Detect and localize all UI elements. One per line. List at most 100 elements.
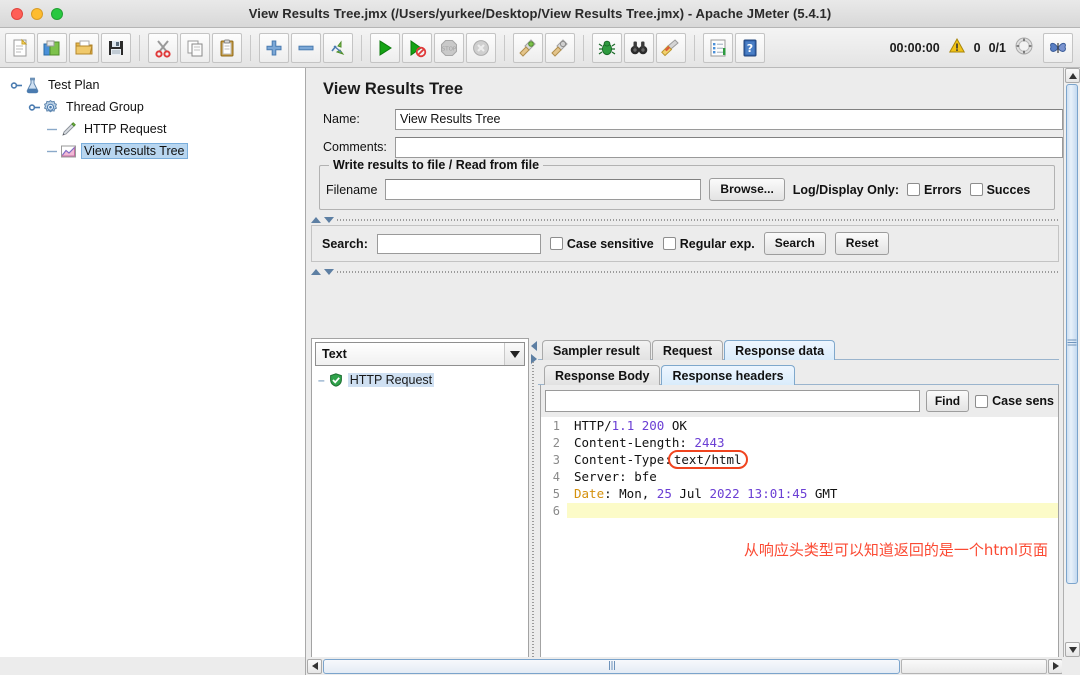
scroll-left-button[interactable] xyxy=(307,658,322,674)
broom-gear-icon[interactable] xyxy=(545,32,575,63)
collapse-up-arrow[interactable] xyxy=(311,269,321,275)
scrollbar-thumb[interactable] xyxy=(1066,84,1078,584)
scissors-icon[interactable] xyxy=(148,32,178,63)
divider-dots xyxy=(337,219,1059,221)
divider-dots xyxy=(532,362,534,675)
find-button[interactable]: Find xyxy=(925,390,970,412)
search-input[interactable] xyxy=(376,233,541,254)
tab-sampler-result[interactable]: Sampler result xyxy=(542,340,651,360)
scroll-right-button[interactable] xyxy=(1048,658,1063,674)
close-button[interactable] xyxy=(11,7,23,20)
checkbox-box[interactable] xyxy=(907,183,921,196)
name-input[interactable] xyxy=(395,108,1063,130)
checkbox-box[interactable] xyxy=(662,237,676,250)
name-label: Name: xyxy=(323,112,360,126)
scrollbar-thumb[interactable] xyxy=(323,658,900,674)
expanded-handle[interactable] xyxy=(10,79,23,92)
yellow-broom-icon[interactable] xyxy=(656,32,686,63)
checkbox-box[interactable] xyxy=(975,394,989,408)
tree-node-label: Test Plan xyxy=(48,78,100,92)
expanded-handle[interactable] xyxy=(28,101,41,114)
broom-icon[interactable] xyxy=(513,32,543,63)
thread-group-icon xyxy=(41,98,59,116)
stop-sign-icon[interactable]: STOP xyxy=(434,32,464,63)
case-sensitive-label: Case sens xyxy=(992,394,1054,408)
tab-request[interactable]: Request xyxy=(651,340,724,360)
toolbar-separator xyxy=(694,34,695,61)
vertical-split-divider[interactable] xyxy=(529,338,538,675)
zoom-button[interactable] xyxy=(51,7,63,20)
toolbar-group-run: STOP xyxy=(365,32,501,63)
new-file-icon[interactable] xyxy=(5,32,35,63)
chevron-down-icon[interactable] xyxy=(504,343,524,365)
leaf-handle xyxy=(46,145,59,158)
tree-node-http-request[interactable]: HTTP Request xyxy=(6,118,305,140)
scroll-up-button[interactable] xyxy=(1065,68,1080,83)
find-case-sensitive-checkbox[interactable]: Case sens xyxy=(975,394,1054,408)
warning-count: 0 xyxy=(973,40,981,55)
tree-node-thread-group[interactable]: Thread Group xyxy=(6,96,305,118)
main-vertical-scrollbar[interactable] xyxy=(1063,68,1080,657)
successes-checkbox[interactable]: Succes xyxy=(969,183,1030,197)
view-results-tree-icon xyxy=(59,142,77,160)
find-input[interactable] xyxy=(545,390,920,412)
templates-icon[interactable] xyxy=(37,32,67,63)
collapse-down-arrow[interactable] xyxy=(324,217,334,223)
tree-node-test-plan[interactable]: Test Plan xyxy=(6,74,305,96)
butterfly-icon[interactable] xyxy=(1043,32,1073,63)
open-folder-icon[interactable] xyxy=(69,32,99,63)
split-divider-lower[interactable] xyxy=(311,267,1059,277)
bug-icon[interactable] xyxy=(592,32,622,63)
search-case-sensitive-checkbox[interactable]: Case sensitive xyxy=(549,237,654,251)
browse-button[interactable]: Browse... xyxy=(709,178,785,201)
toolbar-separator xyxy=(504,34,505,61)
toolbar-status: 00:00:00 0 0/1 xyxy=(890,32,1080,63)
tree-node-view-results-tree[interactable]: View Results Tree xyxy=(6,140,305,162)
scroll-down-button[interactable] xyxy=(1065,642,1080,657)
checkbox-box[interactable] xyxy=(549,237,563,250)
reset-button[interactable]: Reset xyxy=(834,232,890,255)
comments-input[interactable] xyxy=(395,136,1063,158)
window-title: View Results Tree.jmx (/Users/yurkee/Des… xyxy=(248,6,832,21)
errors-checkbox[interactable]: Errors xyxy=(907,183,962,197)
play-green-icon[interactable] xyxy=(370,32,400,63)
search-button[interactable]: Search xyxy=(763,232,826,255)
checkbox-box[interactable] xyxy=(969,183,983,196)
help-book-icon[interactable]: ? xyxy=(735,32,765,63)
render-format-combo[interactable]: Text xyxy=(315,342,525,366)
tab-response-body[interactable]: Response Body xyxy=(544,365,661,385)
split-divider-upper[interactable] xyxy=(311,215,1059,225)
collapse-left-arrow[interactable] xyxy=(530,341,537,351)
result-detail-panel: Sampler result Request Response data Res… xyxy=(538,338,1059,675)
shutdown-icon[interactable] xyxy=(466,32,496,63)
toolbar-group-tree xyxy=(254,32,358,63)
log-list-icon[interactable] xyxy=(703,32,733,63)
play-no-timers-icon[interactable] xyxy=(402,32,432,63)
minus-icon[interactable] xyxy=(291,32,321,63)
response-headers-text[interactable]: 1 HTTP/1.1 200 OK 2 Content-Length: 2443… xyxy=(541,417,1058,675)
search-label: Search: xyxy=(322,236,368,251)
tab-response-headers[interactable]: Response headers xyxy=(661,365,795,385)
line-number: 1 xyxy=(552,418,560,433)
list-item[interactable]: – HTTP Request xyxy=(312,370,528,390)
main-horizontal-scrollbar[interactable] xyxy=(307,657,1063,675)
sampler-results-list[interactable]: – HTTP Request xyxy=(312,366,528,675)
save-disk-icon[interactable] xyxy=(101,32,131,63)
copy-icon[interactable] xyxy=(180,32,210,63)
scrollbar-track-remainder[interactable] xyxy=(901,658,1047,674)
test-plan-tree-panel[interactable]: Test Plan Thread Group HTTP Request View… xyxy=(0,68,306,675)
binoculars-icon[interactable] xyxy=(624,32,654,63)
content-type-highlight-box: text/html xyxy=(667,450,748,469)
minimize-button[interactable] xyxy=(31,7,43,20)
test-plan-tree: Test Plan Thread Group HTTP Request View… xyxy=(0,68,305,162)
success-shield-icon xyxy=(329,373,343,387)
collapse-down-arrow[interactable] xyxy=(324,269,334,275)
collapse-up-arrow[interactable] xyxy=(311,217,321,223)
plus-icon[interactable] xyxy=(259,32,289,63)
search-regex-checkbox[interactable]: Regular exp. xyxy=(662,237,755,251)
toggle-icon[interactable] xyxy=(323,32,353,63)
clipboard-icon[interactable] xyxy=(212,32,242,63)
response-subtabs: Response Body Response headers xyxy=(538,363,1059,385)
tab-response-data[interactable]: Response data xyxy=(724,340,836,360)
filename-input[interactable] xyxy=(385,179,702,200)
